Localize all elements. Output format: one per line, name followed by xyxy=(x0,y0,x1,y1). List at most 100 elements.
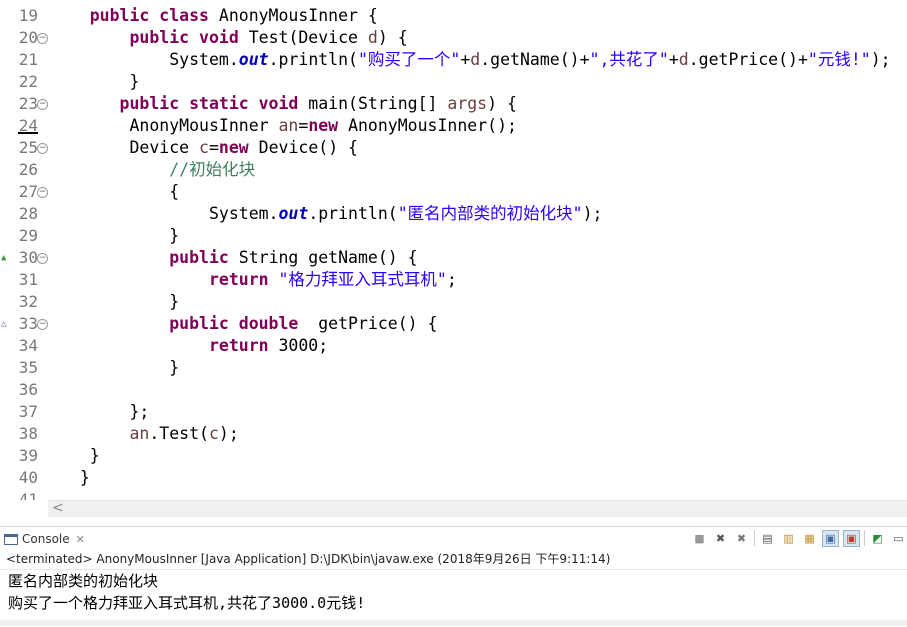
display-console-icon[interactable]: ▭ xyxy=(890,530,907,547)
code-line[interactable]: public static void main(String[] args) { xyxy=(50,93,517,115)
fold-toggle-icon[interactable]: − xyxy=(37,33,48,44)
code-token: System. xyxy=(208,204,279,223)
line-number: 26 xyxy=(18,160,38,179)
fold-toggle-icon[interactable]: − xyxy=(37,99,48,110)
code-line[interactable]: System.out.println("匿名内部类的初始化块"); xyxy=(50,203,603,225)
line-number: 27 xyxy=(18,182,38,201)
line-number: 41 xyxy=(18,490,38,500)
code-token: System. xyxy=(169,50,239,69)
code-editor[interactable]: 19 20−21 22 23−24 25−26 27−28 29 30− ▲ 31 32 33− △ 34… xyxy=(0,0,907,500)
code-line[interactable]: public double getPrice() { xyxy=(50,313,437,335)
code-line[interactable]: AnonyMousInner an=new AnonyMousInner(); xyxy=(50,115,516,137)
code-token: ); xyxy=(218,424,239,443)
code-token: .println( xyxy=(268,50,358,69)
code-token: getPrice() { xyxy=(318,314,438,333)
tab-console[interactable]: Console ✕ xyxy=(4,529,85,549)
terminate-icon[interactable]: ■ xyxy=(691,530,708,547)
line-number: 31 xyxy=(18,270,38,289)
line-number: 23 xyxy=(18,94,38,113)
show-when-output-icon[interactable]: ▣ xyxy=(843,529,860,547)
pin-console-icon[interactable]: ▣ xyxy=(822,529,839,547)
scroll-lock-icon[interactable]: ▥ xyxy=(780,530,797,547)
code-token: } xyxy=(169,358,180,377)
code-token: public xyxy=(169,248,239,267)
code-token: String getName() { xyxy=(238,248,418,267)
console-output-line: 购买了一个格力拜亚入耳式耳机,共花了3000.0元钱! xyxy=(8,594,366,612)
open-console-icon[interactable]: ◩ xyxy=(869,530,886,547)
code-line[interactable]: public String getName() { xyxy=(50,247,418,269)
line-number: 25 xyxy=(18,138,38,157)
line-number: 20 xyxy=(18,28,38,47)
current-line-indicator xyxy=(18,132,38,134)
editor-horizontal-scrollbar[interactable]: < xyxy=(48,500,907,517)
line-number: 38 xyxy=(18,424,38,443)
console-output[interactable]: 匿名内部类的初始化块 购买了一个格力拜亚入耳式耳机,共花了3000.0元钱! xyxy=(0,569,907,627)
line-number: 36 xyxy=(18,380,38,399)
code-token: d xyxy=(367,28,378,47)
code-token: return xyxy=(208,336,279,355)
line-number-gutter: 19 20−21 22 23−24 25−26 27−28 29 30− ▲ 31 32 33− △ 34… xyxy=(0,0,48,500)
code-line[interactable]: } xyxy=(50,291,179,313)
code-line[interactable]: } xyxy=(50,357,179,379)
remove-launch-icon[interactable]: ✖ xyxy=(712,530,729,547)
code-token: AnonyMousInner { xyxy=(218,6,378,25)
code-line[interactable]: an.Test(c); xyxy=(50,423,239,445)
console-output-line: 匿名内部类的初始化块 xyxy=(8,572,159,590)
code-token: public class xyxy=(89,6,219,25)
implement-marker-icon[interactable]: △ xyxy=(1,319,6,329)
code-token: main(String[] xyxy=(308,94,448,113)
code-token: "格力拜亚入耳式耳机" xyxy=(278,270,447,289)
code-line[interactable]: return 3000; xyxy=(50,335,328,357)
code-line[interactable]: } xyxy=(50,467,90,489)
code-token: } xyxy=(79,468,90,487)
line-number: 35 xyxy=(18,358,38,377)
word-wrap-icon[interactable]: ▦ xyxy=(801,530,818,547)
scroll-left-icon[interactable]: < xyxy=(52,500,64,516)
code-line[interactable]: return "格力拜亚入耳式耳机"; xyxy=(50,269,457,291)
fold-toggle-icon[interactable]: − xyxy=(37,143,48,154)
fold-toggle-icon[interactable]: − xyxy=(37,253,48,264)
code-line[interactable]: } xyxy=(50,445,100,467)
code-token: new xyxy=(218,138,259,157)
code-token: new xyxy=(308,116,349,135)
line-number: 29 xyxy=(18,226,38,245)
code-token: }; xyxy=(129,402,150,421)
code-line[interactable]: } xyxy=(50,225,179,247)
code-line[interactable]: Device c=new Device() { xyxy=(50,137,358,159)
code-token: ",共花了" xyxy=(589,50,669,69)
fold-toggle-icon[interactable]: − xyxy=(37,319,48,330)
code-line[interactable]: }; xyxy=(50,401,149,423)
code-line[interactable]: } xyxy=(50,71,139,93)
code-token: public static void xyxy=(119,94,309,113)
code-line[interactable]: { xyxy=(50,181,179,203)
fold-toggle-icon[interactable]: − xyxy=(37,187,48,198)
code-token: Device() { xyxy=(258,138,358,157)
code-token: } xyxy=(129,72,140,91)
code-token: ); xyxy=(582,204,603,223)
code-line[interactable]: System.out.println("购买了一个"+d.getName()+"… xyxy=(50,49,891,71)
override-marker-icon[interactable]: ▲ xyxy=(1,253,6,263)
code-token: .Test( xyxy=(149,424,209,443)
code-token: "匿名内部类的初始化块" xyxy=(397,204,583,223)
code-line[interactable]: public class AnonyMousInner { xyxy=(50,5,378,27)
line-number: 40 xyxy=(18,468,38,487)
line-number: 21 xyxy=(18,50,38,69)
code-token: c xyxy=(208,424,219,443)
code-token: } xyxy=(169,292,180,311)
code-token: .getName()+ xyxy=(480,50,590,69)
line-number: 19 xyxy=(18,6,38,25)
code-token: args xyxy=(447,94,488,113)
code-token: ); xyxy=(870,50,891,69)
close-icon[interactable]: ✕ xyxy=(76,533,85,546)
line-number: 22 xyxy=(18,72,38,91)
clear-console-icon[interactable]: ▤ xyxy=(759,530,776,547)
console-horizontal-scrollbar[interactable] xyxy=(0,620,907,626)
code-token: //初始化块 xyxy=(169,160,256,179)
code-token: "购买了一个" xyxy=(357,50,461,69)
code-token: "元钱!" xyxy=(807,50,871,69)
code-line[interactable]: //初始化块 xyxy=(50,159,255,181)
code-line[interactable]: public void Test(Device d) { xyxy=(50,27,407,49)
line-number: 37 xyxy=(18,402,38,421)
line-number: 32 xyxy=(18,292,38,311)
remove-all-terminated-icon[interactable]: ✖ xyxy=(733,530,750,547)
